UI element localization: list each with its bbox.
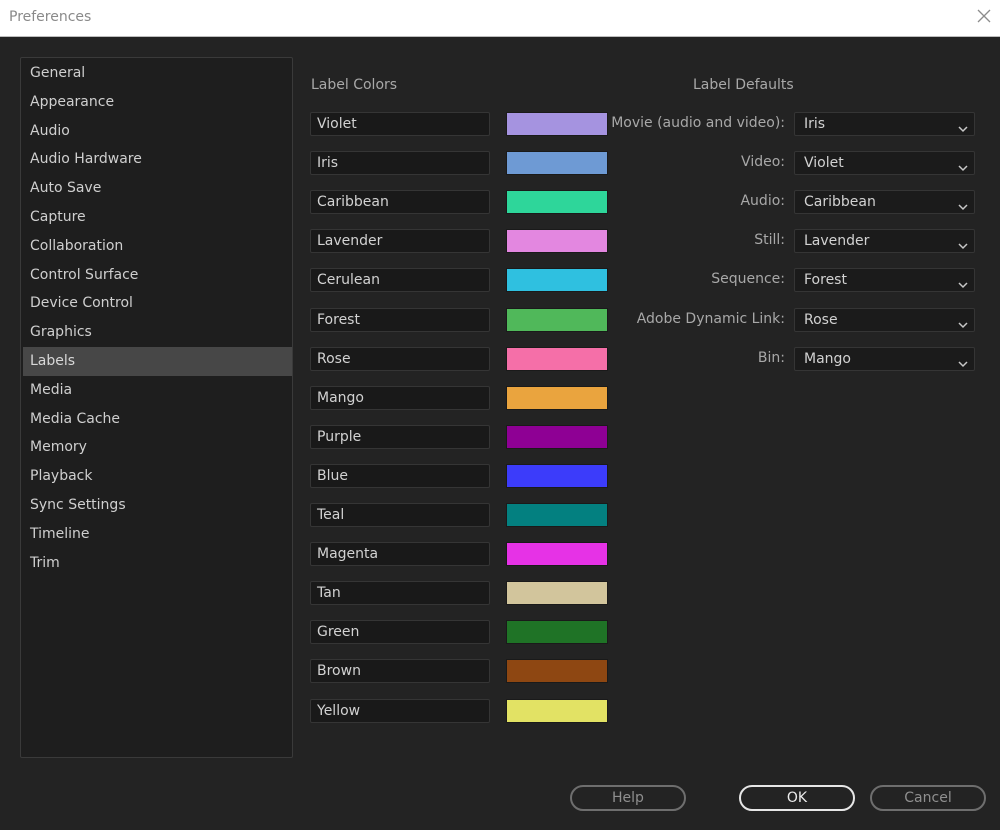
title-bar: Preferences bbox=[0, 0, 1000, 37]
cancel-button[interactable]: Cancel bbox=[870, 785, 986, 811]
label-color-swatch[interactable] bbox=[506, 346, 608, 371]
label-defaults-heading: Label Defaults bbox=[693, 77, 794, 93]
label-default-caption: Adobe Dynamic Link: bbox=[636, 310, 785, 327]
label-name-field[interactable]: Teal bbox=[310, 503, 490, 527]
label-name-field[interactable]: Lavender bbox=[310, 229, 490, 254]
label-default-dropdown[interactable]: Forest bbox=[794, 268, 975, 293]
label-default-dropdown[interactable]: Caribbean bbox=[794, 190, 975, 215]
sidebar-item-audio[interactable]: Audio bbox=[23, 117, 292, 146]
label-name-field[interactable]: Magenta bbox=[310, 542, 490, 567]
sidebar-item-media[interactable]: Media bbox=[23, 376, 292, 405]
label-default-caption: Movie (audio and video): bbox=[611, 115, 785, 131]
label-name-field[interactable]: Forest bbox=[310, 307, 490, 332]
chevron-down-icon bbox=[958, 236, 968, 250]
label-name-field[interactable]: Brown bbox=[310, 659, 490, 684]
label-default-caption: Sequence: bbox=[711, 271, 785, 288]
sidebar-item-graphics[interactable]: Graphics bbox=[23, 318, 292, 347]
label-color-swatch[interactable] bbox=[506, 581, 608, 606]
sidebar-item-collaboration[interactable]: Collaboration bbox=[23, 232, 292, 261]
label-color-swatch[interactable] bbox=[506, 229, 608, 254]
label-name-field[interactable]: Green bbox=[310, 620, 490, 645]
dropdown-value: Mango bbox=[804, 350, 851, 367]
label-color-swatch[interactable] bbox=[506, 620, 608, 645]
label-color-swatch[interactable] bbox=[506, 112, 608, 136]
label-color-swatch[interactable] bbox=[506, 151, 608, 176]
dropdown-value: Violet bbox=[804, 155, 844, 172]
chevron-down-icon bbox=[958, 315, 968, 328]
chevron-down-icon bbox=[958, 119, 968, 133]
dropdown-value: Caribbean bbox=[804, 194, 876, 211]
preferences-category-list: General Appearance Audio Audio Hardware Auto… bbox=[20, 57, 293, 758]
label-name-field[interactable]: Caribbean bbox=[310, 190, 490, 215]
label-default-dropdown[interactable]: Iris bbox=[794, 112, 975, 136]
chevron-down-icon bbox=[958, 275, 968, 289]
label-default-caption: Video: bbox=[741, 154, 785, 171]
sidebar-item-general[interactable]: General bbox=[23, 59, 292, 88]
label-color-swatch[interactable] bbox=[506, 463, 608, 488]
dropdown-value: Lavender bbox=[804, 233, 870, 250]
sidebar-item-auto-save[interactable]: Auto Save bbox=[23, 174, 292, 203]
label-color-swatch[interactable] bbox=[506, 385, 608, 410]
label-color-swatch[interactable] bbox=[506, 659, 608, 684]
label-name-field[interactable]: Yellow bbox=[310, 698, 490, 723]
label-default-caption: Bin: bbox=[757, 349, 785, 366]
label-color-swatch[interactable] bbox=[506, 503, 608, 527]
sidebar-item-timeline[interactable]: Timeline bbox=[23, 520, 292, 549]
label-color-swatch[interactable] bbox=[506, 424, 608, 449]
window-title: Preferences bbox=[9, 9, 92, 25]
close-icon[interactable] bbox=[976, 8, 992, 24]
label-color-swatch[interactable] bbox=[506, 542, 608, 567]
label-color-swatch[interactable] bbox=[506, 698, 608, 723]
ok-button[interactable]: OK bbox=[739, 785, 855, 811]
sidebar-item-audio-hardware[interactable]: Audio Hardware bbox=[23, 145, 292, 174]
sidebar-item-trim[interactable]: Trim bbox=[23, 549, 292, 578]
sidebar-item-media-cache[interactable]: Media Cache bbox=[23, 405, 292, 434]
label-name-field[interactable]: Cerulean bbox=[310, 268, 490, 293]
label-default-caption: Audio: bbox=[740, 193, 785, 210]
sidebar-item-memory[interactable]: Memory bbox=[23, 433, 292, 462]
label-default-caption: Still: bbox=[754, 232, 785, 249]
help-button[interactable]: Help bbox=[570, 785, 686, 811]
label-name-field[interactable]: Violet bbox=[310, 112, 490, 136]
label-name-field[interactable]: Tan bbox=[310, 581, 490, 606]
label-default-dropdown[interactable]: Violet bbox=[794, 151, 975, 176]
dropdown-value: Rose bbox=[804, 311, 838, 328]
label-color-swatch[interactable] bbox=[506, 268, 608, 293]
sidebar-item-device-control[interactable]: Device Control bbox=[23, 289, 292, 318]
label-name-field[interactable]: Rose bbox=[310, 346, 490, 371]
sidebar-item-labels[interactable]: Labels bbox=[23, 347, 292, 376]
label-name-field[interactable]: Blue bbox=[310, 463, 490, 488]
chevron-down-icon bbox=[958, 158, 968, 172]
sidebar-item-capture[interactable]: Capture bbox=[23, 203, 292, 232]
label-colors-heading: Label Colors bbox=[311, 77, 398, 93]
sidebar-item-control-surface[interactable]: Control Surface bbox=[23, 261, 292, 290]
sidebar-item-appearance[interactable]: Appearance bbox=[23, 88, 292, 117]
dropdown-value: Iris bbox=[804, 116, 826, 132]
label-color-swatch[interactable] bbox=[506, 307, 608, 332]
sidebar-item-playback[interactable]: Playback bbox=[23, 462, 292, 491]
sidebar-item-sync-settings[interactable]: Sync Settings bbox=[23, 491, 292, 520]
dropdown-value: Forest bbox=[804, 272, 847, 289]
label-name-field[interactable]: Mango bbox=[310, 385, 490, 410]
label-default-dropdown[interactable]: Lavender bbox=[794, 229, 975, 254]
chevron-down-icon bbox=[958, 354, 968, 367]
label-default-dropdown[interactable]: Rose bbox=[794, 307, 975, 332]
chevron-down-icon bbox=[958, 197, 968, 211]
label-default-dropdown[interactable]: Mango bbox=[794, 346, 975, 371]
label-name-field[interactable]: Iris bbox=[310, 151, 490, 176]
label-color-swatch[interactable] bbox=[506, 190, 608, 215]
label-name-field[interactable]: Purple bbox=[310, 424, 490, 449]
